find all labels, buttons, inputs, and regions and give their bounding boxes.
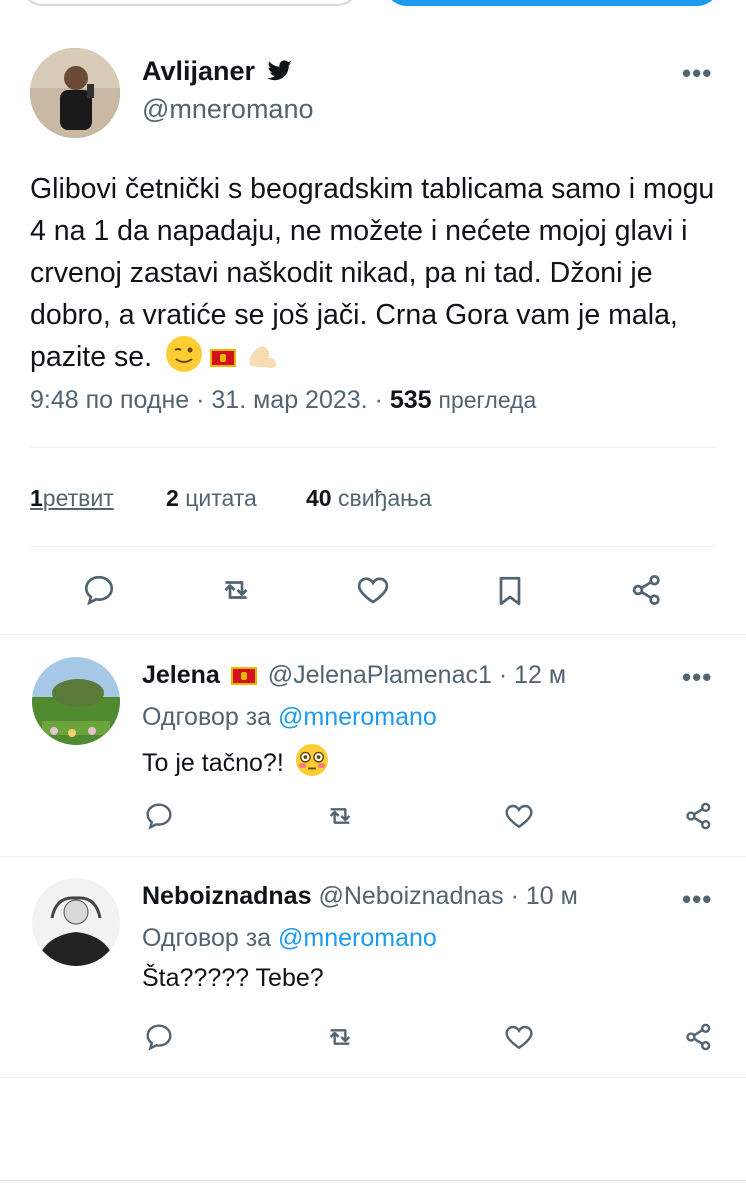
share-icon[interactable] xyxy=(682,1021,716,1053)
winking-face-icon xyxy=(165,336,202,372)
reply-to-line: Одговор за @mneromano xyxy=(142,703,437,732)
flushed-face-icon xyxy=(295,743,329,784)
share-icon[interactable] xyxy=(682,800,716,832)
tweet-body: Glibovi četnički s beogradskim tablicama… xyxy=(30,173,715,373)
likes-count: 40 xyxy=(306,485,332,511)
likes-stat[interactable]: 40 свиђања xyxy=(306,485,432,512)
reply-author-name[interactable]: Jelena xyxy=(142,661,220,689)
divider xyxy=(0,1077,746,1078)
divider xyxy=(0,1180,746,1181)
retweets-label: ретвит xyxy=(42,485,114,511)
reply-author-handle[interactable]: @Neboiznadnas xyxy=(318,882,503,910)
tweet-time: 9:48 по подне xyxy=(30,386,190,414)
reply-to-label: Одговор за xyxy=(142,703,272,731)
share-icon[interactable] xyxy=(628,572,666,608)
reply-to-handle-link[interactable]: @mneromano xyxy=(278,703,437,731)
quotes-stat[interactable]: 2 цитата xyxy=(166,485,257,512)
retweet-icon[interactable] xyxy=(322,1021,358,1053)
retweets-stat[interactable]: 1ретвит xyxy=(30,485,114,512)
tweet-text: Glibovi četnički s beogradskim tablicama… xyxy=(30,168,730,384)
montenegro-flag-icon xyxy=(230,667,257,686)
reply-to-handle-link[interactable]: @mneromano xyxy=(278,924,437,952)
bookmark-icon[interactable] xyxy=(492,572,528,610)
divider xyxy=(0,856,746,857)
reply-text: To je tačno?! xyxy=(142,743,329,784)
twitter-bird-icon xyxy=(266,58,293,89)
more-options-icon[interactable]: ••• xyxy=(682,884,712,915)
retweet-icon[interactable] xyxy=(322,800,358,832)
quotes-label: цитата xyxy=(185,485,257,511)
more-options-icon[interactable]: ••• xyxy=(682,662,712,693)
tweet-timestamp[interactable]: 9:48 по подне · 31. мар 2023. · 535 прег… xyxy=(30,386,536,415)
reply-to-line: Одговор за @mneromano xyxy=(142,924,437,953)
reply-avatar[interactable] xyxy=(32,657,120,745)
reply-time[interactable]: 12 м xyxy=(514,661,566,689)
views-count: 535 xyxy=(389,386,432,414)
tweet-date: 31. мар 2023. xyxy=(211,386,368,414)
top-outline-button[interactable] xyxy=(20,0,360,6)
author-handle[interactable]: @mneromano xyxy=(142,94,313,125)
reply-avatar[interactable] xyxy=(32,878,120,966)
divider xyxy=(0,634,746,635)
reply-header: Jelena @JelenaPlamenac1 · 12 м xyxy=(142,661,567,689)
like-heart-icon[interactable] xyxy=(502,1021,536,1053)
reply-text: Šta????? Tebe? xyxy=(142,964,324,992)
retweets-count: 1 xyxy=(30,485,43,511)
reply-to-label: Одговор за xyxy=(142,924,272,952)
author-avatar[interactable] xyxy=(30,48,120,138)
flexed-biceps-icon xyxy=(244,336,280,384)
reply-icon[interactable] xyxy=(80,572,118,608)
divider xyxy=(30,447,716,448)
reply-body: To je tačno?! xyxy=(142,749,284,777)
montenegro-flag-icon xyxy=(209,349,236,368)
reply-author-name[interactable]: Neboiznadnas xyxy=(142,882,311,910)
likes-label: свиђања xyxy=(337,485,432,511)
author-name[interactable]: Avlijaner xyxy=(142,56,255,86)
retweet-icon[interactable] xyxy=(216,572,256,608)
reply-time[interactable]: 10 м xyxy=(526,882,578,910)
reply-author-handle[interactable]: @JelenaPlamenac1 xyxy=(268,661,492,689)
reply-header: Neboiznadnas @Neboiznadnas · 10 м xyxy=(142,882,578,910)
reply-icon[interactable] xyxy=(142,1021,176,1053)
divider xyxy=(30,546,716,547)
reply-icon[interactable] xyxy=(142,800,176,832)
views-label: прегледа xyxy=(438,387,537,413)
like-heart-icon[interactable] xyxy=(354,572,392,608)
top-primary-button[interactable] xyxy=(384,0,720,6)
quotes-count: 2 xyxy=(166,485,179,511)
more-options-icon[interactable]: ••• xyxy=(682,58,712,89)
like-heart-icon[interactable] xyxy=(502,800,536,832)
